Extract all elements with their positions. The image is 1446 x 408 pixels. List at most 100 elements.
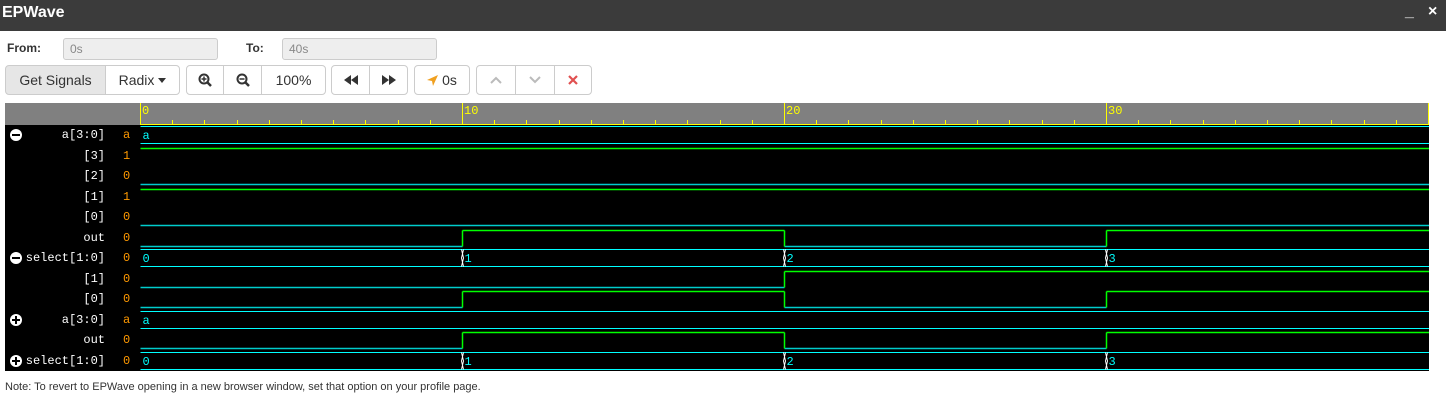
signal-name[interactable]: select[1:0] bbox=[26, 251, 105, 265]
signal-name[interactable]: a[3:0] bbox=[62, 313, 105, 327]
signal-name[interactable]: out bbox=[83, 333, 105, 347]
signal-waveform: 0 1 2 3 bbox=[140, 249, 1429, 267]
signal-waveform bbox=[140, 147, 1429, 149]
signal-name[interactable]: out bbox=[83, 231, 105, 245]
signal-value: 0 bbox=[123, 353, 131, 368]
signal-value: 0 bbox=[123, 230, 131, 245]
cursor-time-button[interactable]: 0s bbox=[414, 65, 470, 95]
bus-value-label: 3 bbox=[1109, 355, 1116, 369]
signal-value: 1 bbox=[123, 189, 131, 204]
signal-waveform: a bbox=[140, 310, 1429, 329]
bus-value-label: 1 bbox=[465, 252, 472, 266]
signal-waveform bbox=[140, 290, 1429, 309]
signal-row[interactable]: [1] 1 bbox=[5, 187, 1429, 207]
signal-row[interactable]: [2] 0 bbox=[5, 166, 1429, 186]
signal-row[interactable]: [3] 1 bbox=[5, 146, 1429, 166]
from-input[interactable] bbox=[63, 38, 218, 60]
bus-value-label: a bbox=[143, 314, 150, 328]
bus-transition bbox=[460, 249, 465, 267]
radix-dropdown[interactable]: Radix bbox=[105, 65, 180, 95]
window-titlebar: EPWave _ × bbox=[0, 0, 1446, 31]
zoom-level-value: 100% bbox=[275, 72, 312, 88]
fast-forward-icon bbox=[381, 75, 396, 85]
ruler-label: 30 bbox=[1108, 104, 1123, 118]
waveform-viewer[interactable]: 0 10 20 30 a[3:0] a a [3] 1 [2] 0 [1] 1 [0] 0 out 0 sele… bbox=[5, 103, 1429, 371]
zoom-in-icon bbox=[198, 73, 212, 87]
signal-row[interactable]: a[3:0] a a bbox=[5, 310, 1429, 330]
cursor-time-value: 0s bbox=[442, 72, 457, 88]
bus-transition bbox=[460, 351, 465, 370]
signal-row[interactable]: [0] 0 bbox=[5, 289, 1429, 309]
from-label: From: bbox=[7, 41, 41, 55]
get-signals-button[interactable]: Get Signals bbox=[5, 65, 106, 95]
signal-value: a bbox=[123, 312, 131, 327]
ruler-major-tick bbox=[1106, 103, 1107, 125]
minus-icon[interactable] bbox=[10, 129, 22, 141]
to-input[interactable] bbox=[282, 38, 437, 60]
signal-value: 0 bbox=[123, 210, 131, 224]
signal-row[interactable]: select[1:0] 0 0 1 2 3 bbox=[5, 351, 1429, 371]
bus-value-label: 2 bbox=[787, 355, 794, 369]
bus-transition bbox=[782, 249, 787, 267]
ruler-major-tick bbox=[462, 103, 463, 125]
signal-value: 0 bbox=[123, 251, 131, 265]
signal-waveform: a bbox=[140, 126, 1429, 144]
minimize-button[interactable]: _ bbox=[1405, 3, 1414, 21]
to-label: To: bbox=[246, 41, 264, 55]
signal-value: 1 bbox=[123, 148, 131, 163]
signal-value: 0 bbox=[123, 333, 131, 347]
bus-transition bbox=[1104, 351, 1109, 370]
fast-backward-icon bbox=[343, 75, 358, 85]
signal-row[interactable]: a[3:0] a a bbox=[5, 125, 1429, 145]
signal-row[interactable]: select[1:0] 0 0 1 2 3 bbox=[5, 248, 1429, 268]
ruler-major-tick bbox=[784, 103, 785, 125]
signal-value: 0 bbox=[123, 292, 131, 306]
plus-icon[interactable] bbox=[10, 354, 22, 367]
signal-name[interactable]: [2] bbox=[83, 169, 105, 183]
signal-waveform bbox=[140, 270, 1429, 288]
timeline-ruler[interactable]: 0 10 20 30 bbox=[140, 103, 1429, 125]
signal-name[interactable]: [3] bbox=[83, 149, 105, 163]
signal-row[interactable]: out 0 bbox=[5, 228, 1429, 248]
zoom-level-button[interactable]: 100% bbox=[261, 65, 326, 95]
signal-row[interactable]: [0] 0 bbox=[5, 207, 1429, 227]
close-window-button[interactable]: × bbox=[1428, 3, 1437, 21]
clear-cursor-button[interactable] bbox=[554, 65, 592, 95]
chevron-up-icon bbox=[490, 76, 502, 84]
window-title: EPWave bbox=[2, 4, 65, 21]
prev-transition-button[interactable] bbox=[476, 65, 516, 95]
signal-waveform bbox=[140, 188, 1429, 190]
footer-note: Note: To revert to EPWave opening in a n… bbox=[5, 381, 481, 393]
signal-row[interactable]: [1] 0 bbox=[5, 269, 1429, 289]
signal-waveform bbox=[140, 224, 1429, 227]
zoom-out-button[interactable] bbox=[223, 65, 262, 95]
signal-row[interactable]: out 0 bbox=[5, 330, 1429, 350]
jump-end-button[interactable] bbox=[369, 65, 408, 95]
plus-icon[interactable] bbox=[10, 313, 22, 326]
signal-name[interactable]: [0] bbox=[83, 210, 105, 224]
ruler-label: 20 bbox=[786, 104, 801, 118]
bus-value-label: 0 bbox=[143, 252, 150, 266]
ruler-label: 10 bbox=[464, 104, 479, 118]
zoom-in-button[interactable] bbox=[186, 65, 224, 95]
bus-value-label: 3 bbox=[1109, 252, 1116, 266]
chevron-down-icon bbox=[529, 76, 541, 84]
close-icon bbox=[568, 75, 578, 85]
next-transition-button[interactable] bbox=[515, 65, 555, 95]
minus-icon[interactable] bbox=[10, 252, 22, 264]
ruler-major-tick bbox=[1428, 103, 1429, 125]
bus-value-label: 2 bbox=[787, 252, 794, 266]
bus-value-label: a bbox=[143, 129, 150, 143]
ruler-label: 0 bbox=[142, 104, 150, 118]
signal-name[interactable]: [0] bbox=[83, 292, 105, 306]
signal-name[interactable]: [1] bbox=[83, 272, 105, 286]
caret-down-icon bbox=[158, 77, 167, 83]
signal-name[interactable]: [1] bbox=[83, 190, 105, 204]
signal-waveform: 0 1 2 3 bbox=[140, 351, 1429, 370]
radix-label: Radix bbox=[118, 72, 155, 88]
signal-name[interactable]: a[3:0] bbox=[62, 128, 105, 142]
signal-name[interactable]: select[1:0] bbox=[26, 354, 105, 368]
ruler-major-tick bbox=[140, 103, 141, 125]
bus-transition bbox=[1104, 249, 1109, 267]
jump-start-button[interactable] bbox=[331, 65, 370, 95]
